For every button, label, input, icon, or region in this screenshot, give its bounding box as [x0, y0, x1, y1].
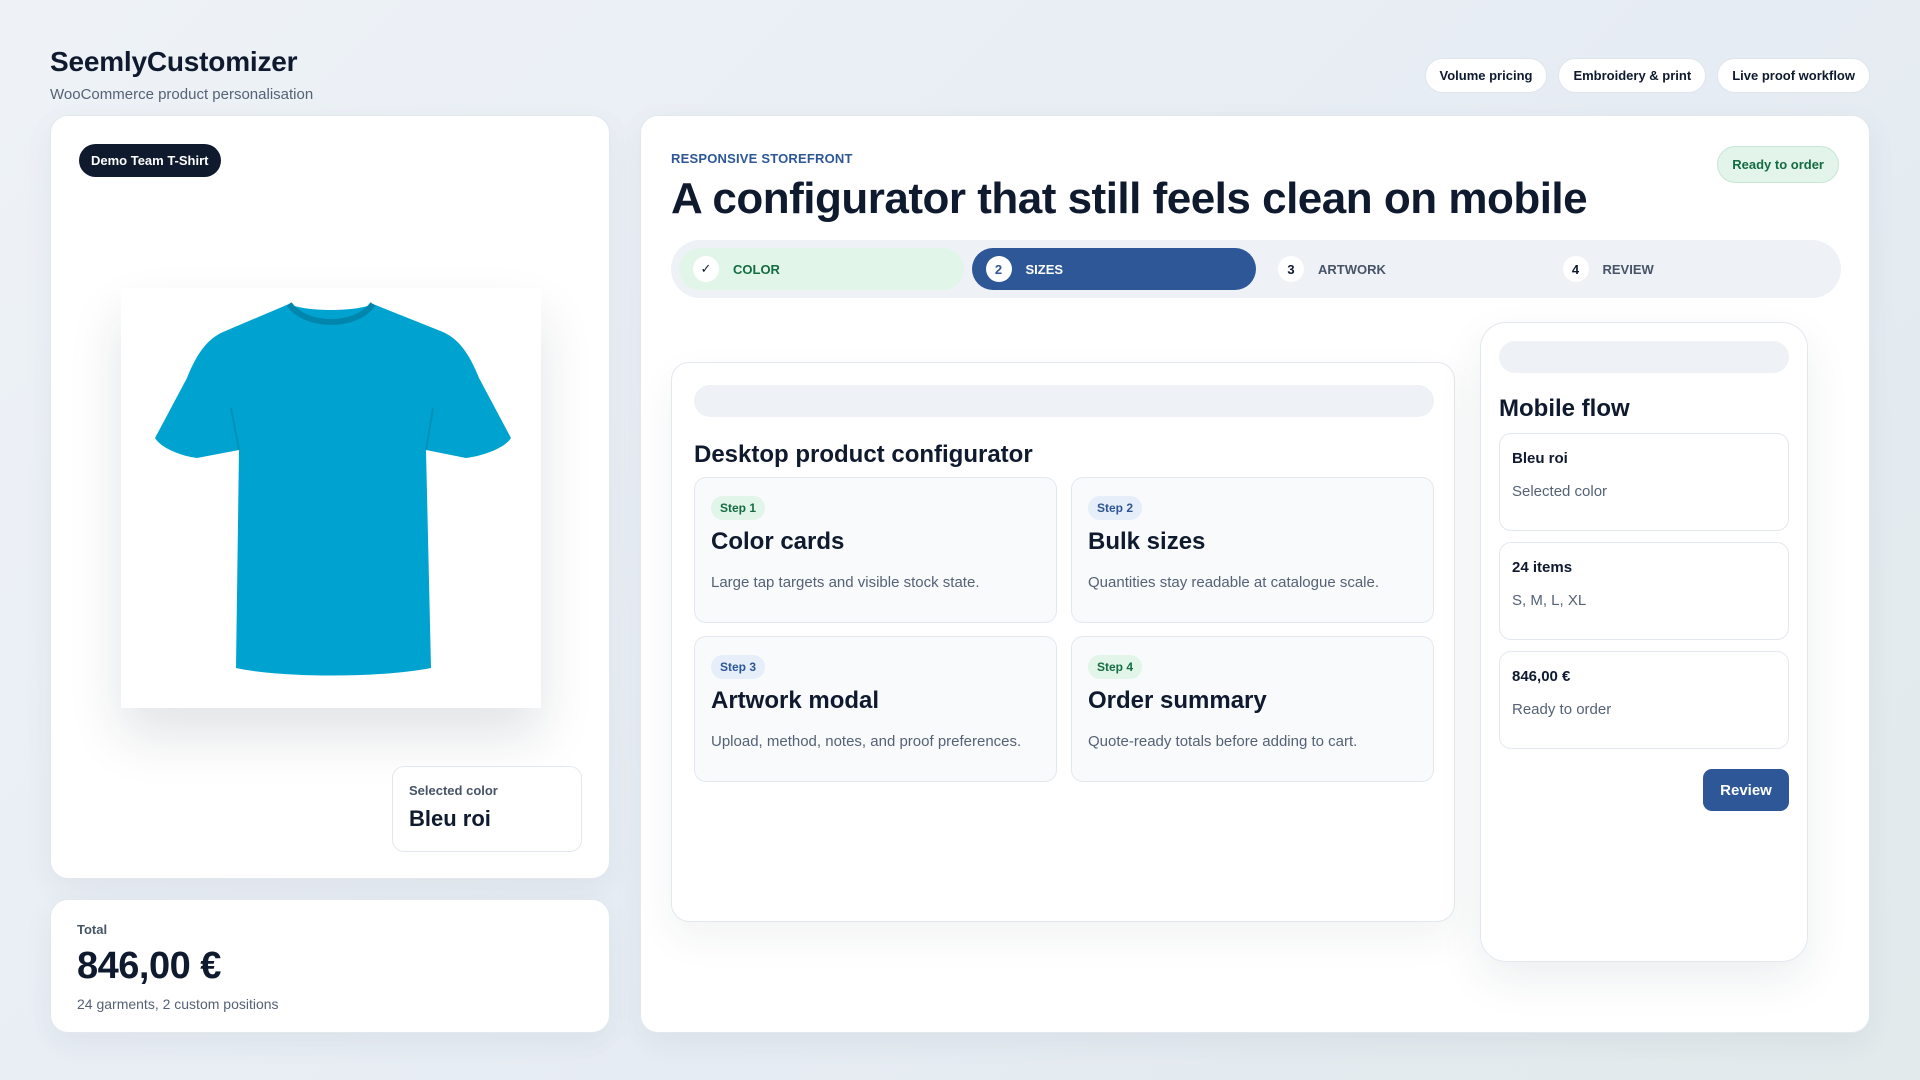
step-label: REVIEW	[1602, 261, 1654, 277]
total-value: 846,00 €	[77, 945, 221, 987]
step-label: ARTWORK	[1318, 261, 1386, 277]
step-number: 4	[1562, 256, 1589, 282]
product-preview-card: Demo Team T-Shirt Selected color Bleu ro…	[50, 115, 610, 879]
review-button[interactable]: Review	[1703, 769, 1789, 811]
feature-card-summary[interactable]: Step 4 Order summary Quote-ready totals …	[1071, 636, 1434, 782]
mobile-item-sub: Ready to order	[1512, 701, 1612, 718]
product-tag: Demo Team T-Shirt	[79, 144, 221, 177]
feature-desc: Quantities stay readable at catalogue sc…	[1088, 574, 1380, 591]
page-title: A configurator that still feels clean on…	[671, 174, 1588, 223]
brand-title: SeemlyCustomizer	[50, 46, 298, 77]
mobile-item-title: 24 items	[1512, 559, 1573, 576]
step-number: 2	[985, 256, 1012, 282]
placeholder-bar	[1499, 341, 1789, 373]
total-card: Total 846,00 € 24 garments, 2 custom pos…	[50, 899, 610, 1033]
mobile-panel-title: Mobile flow	[1499, 395, 1630, 422]
step-chip: Step 1	[711, 496, 766, 520]
mobile-item-sub: Selected color	[1512, 483, 1608, 500]
feature-grid: Step 1 Color cards Large tap targets and…	[694, 477, 1434, 782]
step-chip: Step 2	[1088, 496, 1143, 520]
tshirt-icon	[155, 302, 511, 676]
step-label: SIZES	[1025, 261, 1064, 277]
feature-card-sizes[interactable]: Step 2 Bulk sizes Quantities stay readab…	[1071, 477, 1434, 623]
tshirt-image	[121, 288, 541, 708]
step-color[interactable]: ✓ COLOR	[679, 248, 964, 290]
mobile-items: Bleu roi Selected color 24 items S, M, L…	[1499, 433, 1789, 749]
desktop-configurator-panel: Desktop product configurator Step 1 Colo…	[671, 362, 1455, 922]
total-label: Total	[77, 922, 108, 937]
step-chip: Step 4	[1088, 655, 1143, 679]
status-badge: Ready to order	[1717, 146, 1839, 183]
mobile-item-sub: S, M, L, XL	[1512, 592, 1587, 609]
feature-card-color[interactable]: Step 1 Color cards Large tap targets and…	[694, 477, 1057, 623]
placeholder-bar	[694, 385, 1434, 417]
pill-live-proof[interactable]: Live proof workflow	[1717, 58, 1870, 93]
pill-embroidery-print[interactable]: Embroidery & print	[1558, 58, 1707, 93]
brand-header: SeemlyCustomizer WooCommerce product per…	[50, 46, 313, 103]
total-subtext: 24 garments, 2 custom positions	[77, 996, 279, 1012]
desktop-panel-title: Desktop product configurator	[694, 441, 1033, 468]
selected-color-label: Selected color	[409, 783, 498, 798]
mobile-item-title: 846,00 €	[1512, 668, 1571, 685]
step-chip: Step 3	[711, 655, 766, 679]
feature-desc: Large tap targets and visible stock stat…	[711, 574, 980, 591]
mobile-item-sizes[interactable]: 24 items S, M, L, XL	[1499, 542, 1789, 640]
step-review[interactable]: 4 REVIEW	[1549, 248, 1834, 290]
feature-title: Order summary	[1088, 687, 1267, 714]
check-icon: ✓	[693, 256, 719, 282]
step-number: 3	[1278, 256, 1304, 282]
section-kicker: RESPONSIVE STOREFRONT	[671, 151, 853, 166]
selected-color-value: Bleu roi	[409, 806, 491, 831]
stepper: ✓ COLOR 2 SIZES 3 ARTWORK 4 REVIEW	[671, 240, 1841, 298]
brand-subtitle: WooCommerce product personalisation	[50, 86, 314, 103]
feature-title: Bulk sizes	[1088, 528, 1206, 555]
feature-title: Color cards	[711, 528, 845, 555]
feature-card-artwork[interactable]: Step 3 Artwork modal Upload, method, not…	[694, 636, 1057, 782]
mobile-item-color[interactable]: Bleu roi Selected color	[1499, 433, 1789, 531]
step-sizes[interactable]: 2 SIZES	[971, 248, 1256, 290]
feature-desc: Quote-ready totals before adding to cart…	[1088, 733, 1358, 750]
feature-pills: Volume pricing Embroidery & print Live p…	[1424, 58, 1870, 93]
feature-desc: Upload, method, notes, and proof prefere…	[711, 733, 1022, 750]
selected-color-box: Selected color Bleu roi	[392, 766, 582, 852]
mobile-item-title: Bleu roi	[1512, 450, 1568, 467]
step-label: COLOR	[733, 261, 780, 277]
feature-title: Artwork modal	[711, 687, 880, 714]
mobile-item-total[interactable]: 846,00 € Ready to order	[1499, 651, 1789, 749]
step-artwork[interactable]: 3 ARTWORK	[1264, 248, 1549, 290]
pill-volume-pricing[interactable]: Volume pricing	[1424, 58, 1548, 93]
main-configurator-card: RESPONSIVE STOREFRONT A configurator tha…	[640, 115, 1870, 1033]
mobile-flow-panel: Mobile flow Bleu roi Selected color 24 i…	[1480, 322, 1808, 962]
